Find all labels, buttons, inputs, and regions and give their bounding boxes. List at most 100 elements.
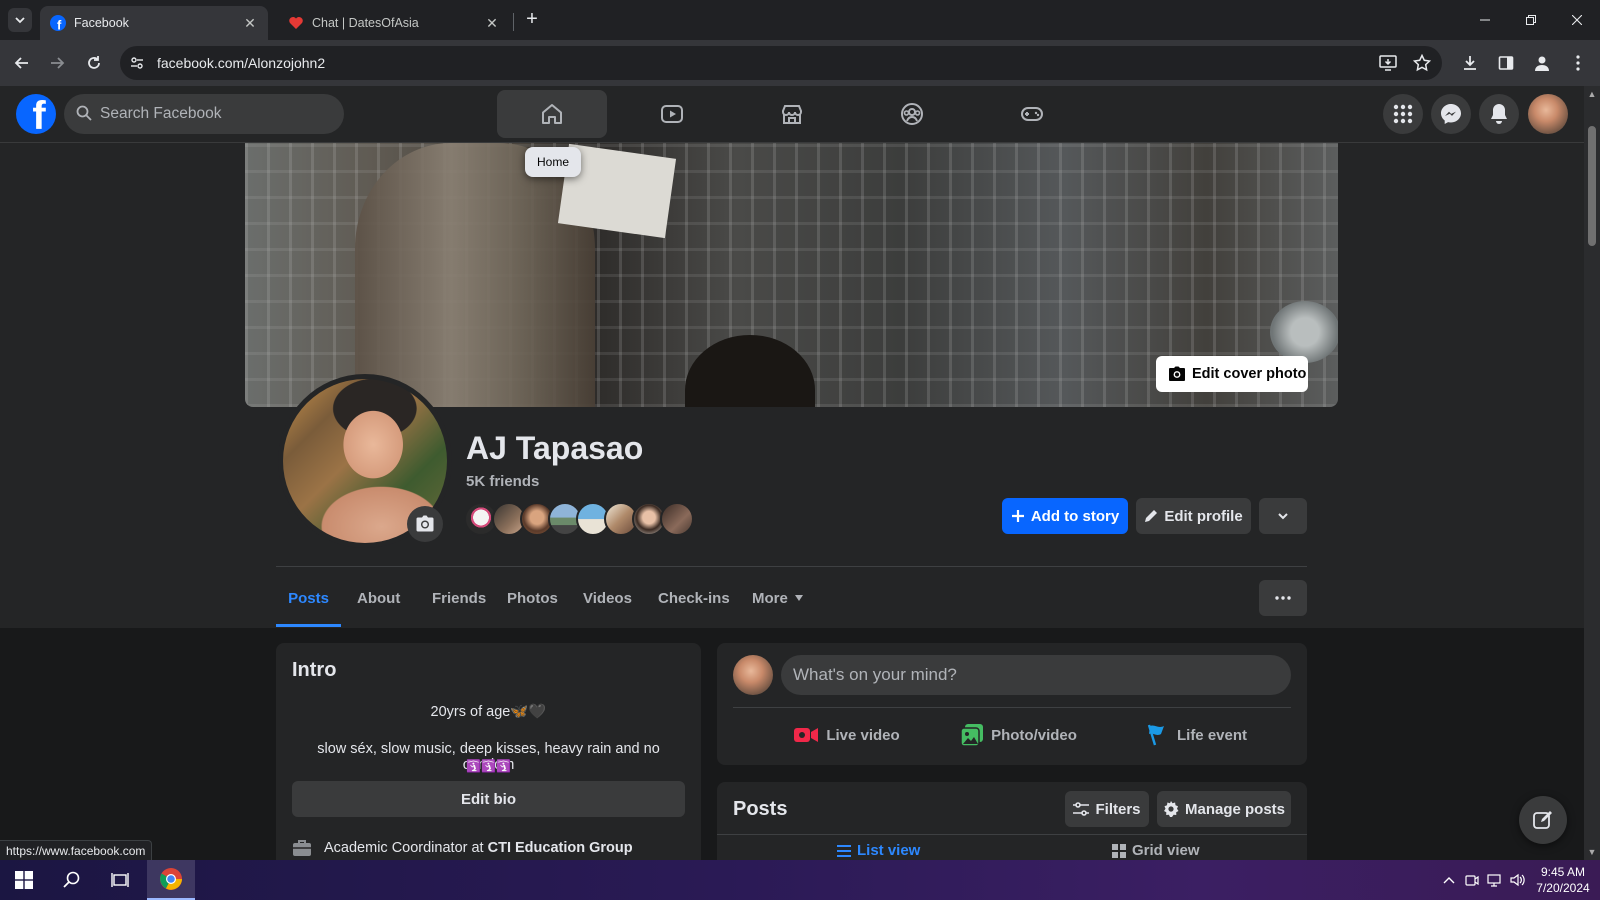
edit-cover-photo-button[interactable]: Edit cover photo: [1156, 356, 1308, 392]
meet-now-icon[interactable]: [1464, 872, 1480, 888]
profile-tab-about[interactable]: About: [341, 572, 416, 624]
facebook-logo-letter: f: [32, 94, 46, 134]
chrome-menu-button[interactable]: [1566, 51, 1590, 75]
downloads-button[interactable]: [1458, 51, 1482, 75]
notifications-button[interactable]: [1479, 94, 1519, 134]
marketplace-icon: [782, 105, 802, 124]
work-company[interactable]: CTI Education Group: [488, 840, 633, 856]
nav-tab-marketplace[interactable]: [737, 90, 847, 138]
filters-icon: [1073, 802, 1090, 816]
new-tab-button[interactable]: +: [520, 8, 544, 32]
bio-line: 🛐🛐🛐: [466, 759, 511, 773]
filters-button[interactable]: Filters: [1065, 791, 1149, 827]
caret-down-icon: [794, 595, 803, 601]
edit-bio-button[interactable]: Edit bio: [292, 781, 685, 817]
grid-view-tab[interactable]: Grid view: [1112, 842, 1200, 859]
profile-button[interactable]: [1530, 51, 1554, 75]
heart-favicon-icon: [289, 17, 303, 29]
svg-text:f: f: [57, 18, 62, 32]
friend-avatar[interactable]: [660, 502, 694, 536]
start-button[interactable]: [0, 860, 48, 900]
cover-photo-person: [685, 335, 815, 407]
network-icon[interactable]: [1487, 872, 1503, 888]
clock-date: 7/20/2024: [1536, 881, 1590, 895]
photo-video-button[interactable]: Photo/video: [929, 715, 1109, 755]
update-profile-picture-button[interactable]: [407, 506, 443, 542]
account-avatar[interactable]: [1528, 94, 1568, 134]
profile-tabs-more-button[interactable]: [1259, 580, 1307, 616]
scroll-up-arrow[interactable]: ▲: [1584, 86, 1600, 102]
friend-avatars: [464, 502, 694, 536]
camera-icon: [1169, 366, 1185, 381]
search-box[interactable]: [64, 94, 344, 134]
facebook-logo[interactable]: f: [16, 94, 56, 134]
bio-line: 20yrs of age🦋🖤: [430, 704, 547, 720]
composer-avatar[interactable]: [733, 655, 773, 695]
windows-taskbar: 9:45 AM 7/20/2024: [0, 860, 1600, 900]
facebook-favicon-icon: f: [50, 15, 66, 31]
profile-tab-checkins[interactable]: Check-ins: [642, 572, 746, 624]
profile-more-button[interactable]: [1259, 498, 1307, 534]
flag-icon: [1147, 724, 1164, 746]
scrollbar-thumb[interactable]: [1588, 126, 1596, 246]
edit-profile-button[interactable]: Edit profile: [1136, 498, 1251, 534]
menu-button[interactable]: [1383, 94, 1423, 134]
profile-tab-posts[interactable]: Posts: [276, 572, 341, 624]
close-tab-icon[interactable]: ✕: [484, 15, 500, 31]
site-info-button[interactable]: [126, 52, 148, 74]
side-panel-button[interactable]: [1494, 51, 1518, 75]
profile-tab-more[interactable]: More: [736, 572, 820, 624]
tab-facebook[interactable]: f Facebook ✕: [40, 6, 268, 40]
clock-time: 9:45 AM: [1540, 865, 1586, 879]
header-divider: [276, 566, 1307, 567]
grid-menu-icon: [1393, 104, 1413, 124]
back-button[interactable]: [10, 51, 34, 75]
tab-datesofasia[interactable]: Chat | DatesOfAsia ✕: [278, 6, 510, 40]
nav-tab-gaming[interactable]: [977, 90, 1087, 138]
task-view-button[interactable]: [96, 860, 144, 900]
profile-tab-photos[interactable]: Photos: [491, 572, 574, 624]
forward-button[interactable]: [45, 51, 69, 75]
taskbar-chrome[interactable]: [147, 860, 195, 900]
nav-tab-groups[interactable]: [857, 90, 967, 138]
address-bar[interactable]: facebook.com/Alonzojohn2: [120, 46, 1442, 80]
search-input[interactable]: [100, 94, 330, 134]
manage-posts-label: Manage posts: [1184, 800, 1286, 818]
page-scrollbar[interactable]: ▲ ▼: [1584, 86, 1600, 860]
system-clock[interactable]: 9:45 AM 7/20/2024: [1530, 864, 1596, 896]
photo-icon: [961, 724, 984, 746]
messenger-button[interactable]: [1431, 94, 1471, 134]
post-composer: What's on your mind? Live video Photo/vi…: [717, 643, 1307, 765]
install-app-button[interactable]: [1376, 51, 1400, 75]
profile-tab-friends[interactable]: Friends: [416, 572, 502, 624]
side-panel-icon: [1498, 56, 1514, 70]
tab-separator: [513, 13, 514, 31]
bookmark-button[interactable]: [1410, 51, 1434, 75]
tab-title: Chat | DatesOfAsia: [312, 16, 419, 30]
minimize-button[interactable]: [1462, 0, 1508, 40]
taskbar-search-button[interactable]: [48, 860, 96, 900]
life-event-label: Life event: [1176, 726, 1248, 744]
show-hidden-icons-button[interactable]: [1441, 872, 1457, 888]
home-icon: [542, 104, 562, 124]
windows-logo-icon: [15, 871, 33, 889]
close-window-button[interactable]: [1554, 0, 1600, 40]
friends-count[interactable]: 5K friends: [466, 473, 539, 490]
life-event-button[interactable]: Life event: [1107, 715, 1287, 755]
add-to-story-button[interactable]: Add to story: [1002, 498, 1128, 534]
new-message-button[interactable]: [1519, 796, 1567, 844]
nav-tab-video[interactable]: [617, 90, 727, 138]
volume-icon[interactable]: [1510, 872, 1526, 888]
restore-button[interactable]: [1508, 0, 1554, 40]
manage-posts-button[interactable]: Manage posts: [1157, 791, 1291, 827]
close-tab-icon[interactable]: ✕: [242, 15, 258, 31]
live-video-button[interactable]: Live video: [757, 715, 937, 755]
list-view-tab[interactable]: List view: [837, 842, 920, 859]
profile-tab-videos[interactable]: Videos: [567, 572, 648, 624]
tab-search-button[interactable]: [8, 8, 32, 32]
scroll-down-arrow[interactable]: ▼: [1584, 844, 1600, 860]
nav-tab-home[interactable]: [497, 90, 607, 138]
whats-on-your-mind-input[interactable]: What's on your mind?: [781, 655, 1291, 695]
install-icon: [1379, 55, 1397, 71]
reload-button[interactable]: [82, 51, 106, 75]
